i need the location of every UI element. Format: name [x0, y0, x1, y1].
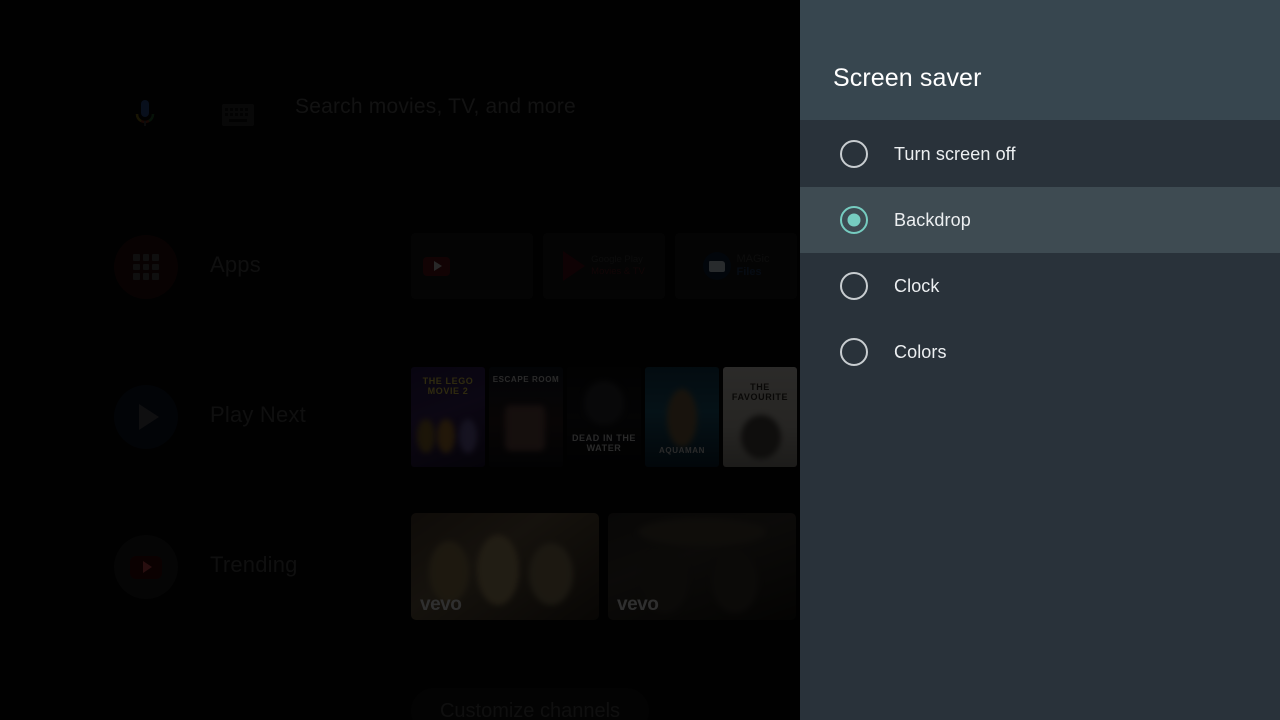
android-tv-home-background: Search movies, TV, and more Apps Play Ne… — [0, 0, 800, 720]
keyboard-icon[interactable] — [222, 104, 254, 126]
radio-button-icon[interactable] — [840, 140, 868, 168]
poster-item[interactable]: DEAD IN THE WATER — [567, 367, 641, 467]
app-card-magic-files[interactable]: MAGic Files — [675, 233, 797, 299]
poster-title: THE FAVOURITE — [731, 382, 789, 402]
app-card-label: YouTube — [455, 256, 522, 275]
option-turn-screen-off[interactable]: Turn screen off — [800, 121, 1280, 187]
app-card-google-play-movies[interactable]: Google Play Movies & TV — [543, 233, 665, 299]
poster-title: DEAD IN THE WATER — [571, 433, 637, 453]
row-label-trending: Trending — [210, 552, 298, 577]
option-backdrop[interactable]: Backdrop — [800, 187, 1280, 253]
screen-saver-option-list: Turn screen off Backdrop Clock Colors — [800, 121, 1280, 385]
google-play-icon — [563, 251, 586, 281]
app-card-row: YouTube Google Play Movies & TV MAGic Fi… — [411, 233, 800, 299]
radio-button-selected-icon[interactable] — [840, 206, 868, 234]
poster-item[interactable]: AQUAMAN — [645, 367, 719, 467]
option-colors[interactable]: Colors — [800, 319, 1280, 385]
vevo-logo: vevo — [617, 594, 659, 615]
screen-saver-panel: Screen saver Turn screen off Backdrop Cl… — [800, 0, 1280, 720]
play-next-row: THE LEGO MOVIE 2 ESCAPE ROOM DEAD IN THE… — [411, 367, 797, 467]
poster-item[interactable]: THE FAVOURITE — [723, 367, 797, 467]
app-card-youtube[interactable]: YouTube — [411, 233, 533, 299]
app-card-label: MAGic — [736, 253, 770, 265]
search-bar[interactable]: Search movies, TV, and more — [0, 92, 800, 138]
microphone-icon[interactable] — [132, 92, 158, 138]
radio-button-icon[interactable] — [840, 338, 868, 366]
poster-title: THE LEGO MOVIE 2 — [422, 376, 474, 396]
poster-title: AQUAMAN — [659, 446, 705, 455]
video-thumbnail[interactable]: vevo — [608, 513, 796, 620]
trending-row: vevo vevo — [411, 513, 796, 620]
poster-item[interactable]: THE LEGO MOVIE 2 — [411, 367, 485, 467]
youtube-play-icon — [423, 256, 450, 276]
radio-button-icon[interactable] — [840, 272, 868, 300]
customize-channels-button[interactable]: Customize channels — [411, 688, 649, 720]
option-label: Backdrop — [894, 209, 971, 230]
folder-icon — [702, 252, 731, 280]
row-label-apps: Apps — [210, 252, 261, 277]
app-card-label: Google Play — [591, 254, 643, 265]
youtube-icon — [114, 535, 178, 599]
app-card-sublabel: Movies & TV — [591, 266, 645, 277]
video-thumbnail[interactable]: vevo — [411, 513, 599, 620]
app-card-sublabel: Files — [736, 266, 762, 278]
poster-item[interactable]: ESCAPE ROOM — [489, 367, 563, 467]
option-label: Turn screen off — [894, 143, 1016, 164]
panel-title: Screen saver — [833, 64, 982, 92]
search-input-placeholder[interactable]: Search movies, TV, and more — [295, 95, 576, 119]
play-triangle-icon — [114, 385, 178, 449]
row-label-play-next: Play Next — [210, 402, 306, 427]
option-label: Colors — [894, 341, 947, 362]
option-clock[interactable]: Clock — [800, 253, 1280, 319]
tv-screen: Search movies, TV, and more Apps Play Ne… — [0, 0, 1280, 720]
option-label: Clock — [894, 275, 940, 296]
apps-grid-icon — [114, 235, 178, 299]
poster-title: ESCAPE ROOM — [492, 375, 560, 384]
vevo-logo: vevo — [420, 594, 462, 615]
panel-header — [800, 0, 1280, 120]
